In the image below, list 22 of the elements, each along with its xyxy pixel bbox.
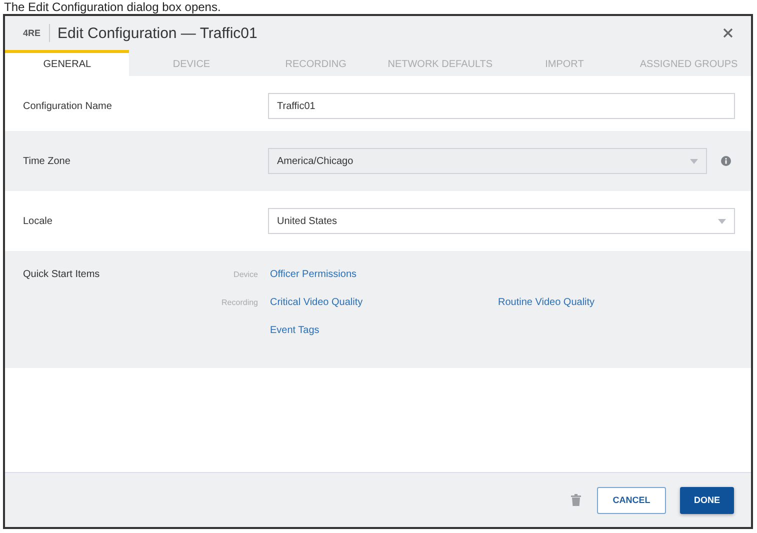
link[interactable]: Officer Permissions [270, 269, 357, 281]
link[interactable]: Critical Video Quality [270, 297, 363, 309]
caret-icon [718, 218, 726, 224]
section-label: Quick Start Items [23, 269, 101, 282]
category-label: Device [232, 269, 259, 281]
link[interactable]: Routine Video Quality [498, 297, 595, 309]
caret-icon [690, 158, 698, 164]
field-label: Locale [23, 216, 54, 226]
cancel-button[interactable]: CANCEL [597, 486, 666, 514]
category-label: Recording [220, 297, 259, 309]
field-label: Time Zone [23, 156, 72, 166]
link[interactable]: Event Tags [270, 325, 320, 337]
trash-icon[interactable] [571, 494, 581, 506]
field-label: Configuration Name [23, 100, 113, 112]
logo: 4RE [23, 24, 50, 42]
dialog-title: Edit Configuration — Traffic01 [58, 24, 258, 42]
done-button[interactable]: DONE [680, 486, 734, 514]
caption-text: The Edit Configuration dialog box opens. [3, 0, 222, 14]
text-field[interactable]: Traffic01 [268, 93, 735, 119]
close-icon[interactable] [723, 28, 733, 38]
tab[interactable]: GENERAL [5, 50, 130, 76]
dropdown-field[interactable]: United States [268, 208, 735, 234]
